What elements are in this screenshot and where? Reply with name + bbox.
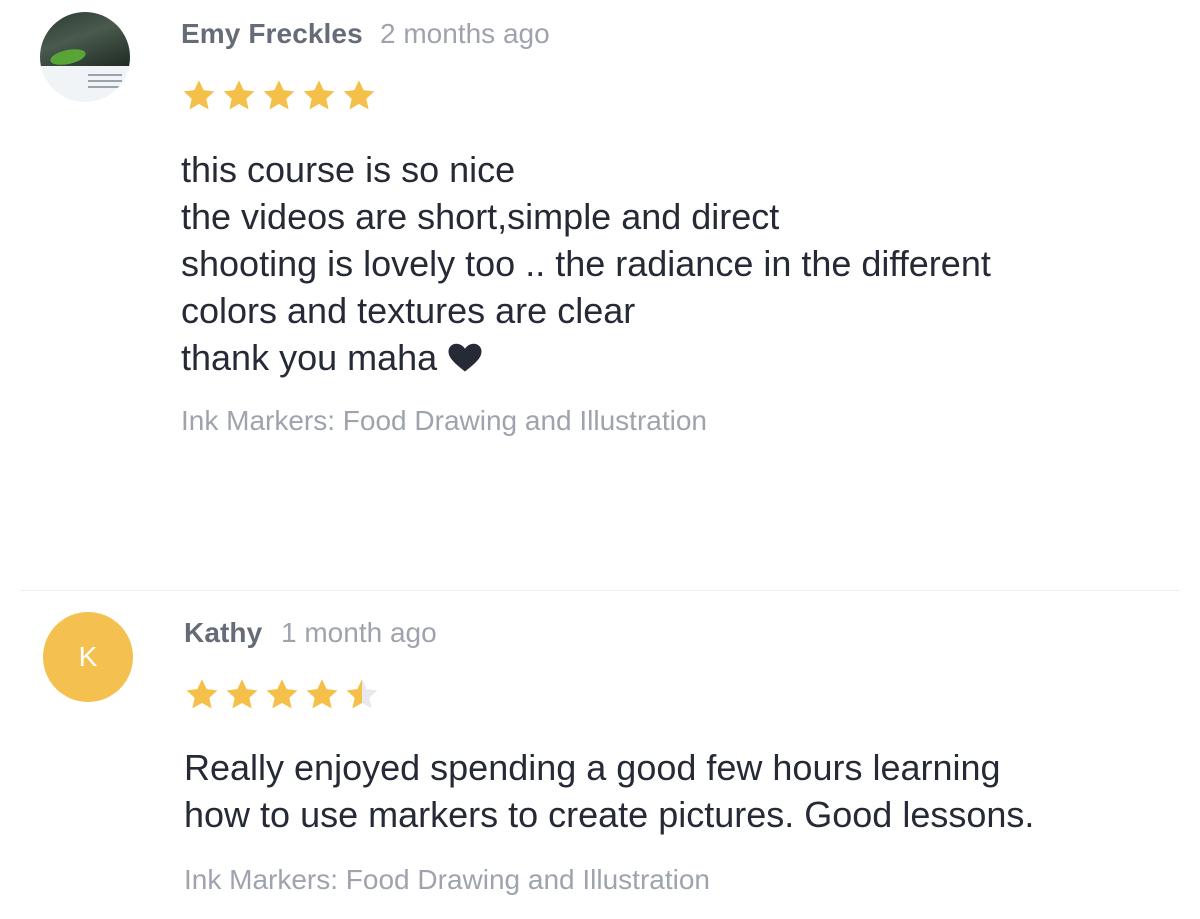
star-rating: [184, 677, 380, 713]
review-text-line: Really enjoyed spending a good few hours…: [184, 747, 1001, 788]
review-text: Really enjoyed spending a good few hours…: [184, 744, 1164, 838]
review-item: K Kathy 1 month ago Really enjoyed spend…: [0, 591, 1200, 919]
star-filled-icon: [183, 80, 215, 110]
star-filled-icon: [343, 80, 375, 110]
course-link[interactable]: Ink Markers: Food Drawing and Illustrati…: [184, 864, 710, 896]
review-text-line: how to use markers to create pictures. G…: [184, 794, 1035, 835]
review-author[interactable]: Emy Freckles: [181, 18, 363, 50]
review-text-line: colors and textures are clear: [181, 290, 636, 331]
review-text-line: this course is so nice: [181, 149, 516, 190]
review-text-line: thank you maha: [181, 337, 438, 378]
star-filled-icon: [263, 80, 295, 110]
review-author[interactable]: Kathy: [184, 617, 262, 649]
avatar-initial: K: [78, 641, 98, 672]
star-filled-icon: [306, 679, 338, 709]
avatar[interactable]: [40, 12, 130, 102]
star-filled-icon: [186, 679, 218, 709]
star-half-icon: [346, 679, 378, 709]
review-text-line: shooting is lovely too .. the radiance i…: [181, 243, 991, 284]
course-link[interactable]: Ink Markers: Food Drawing and Illustrati…: [181, 405, 707, 437]
star-filled-icon: [226, 679, 258, 709]
star-filled-icon: [223, 80, 255, 110]
review-time: 2 months ago: [380, 18, 550, 49]
review-text: this course is so nice the videos are sh…: [181, 146, 1161, 381]
review-text-line: the videos are short,simple and direct: [181, 196, 780, 237]
avatar[interactable]: K: [43, 612, 133, 702]
star-rating: [181, 78, 377, 114]
review-item: Emy Freckles 2 months ago this course is…: [0, 0, 1200, 590]
star-filled-icon: [266, 679, 298, 709]
star-filled-icon: [303, 80, 335, 110]
review-time: 1 month ago: [281, 617, 437, 648]
heart-icon: [448, 343, 482, 372]
